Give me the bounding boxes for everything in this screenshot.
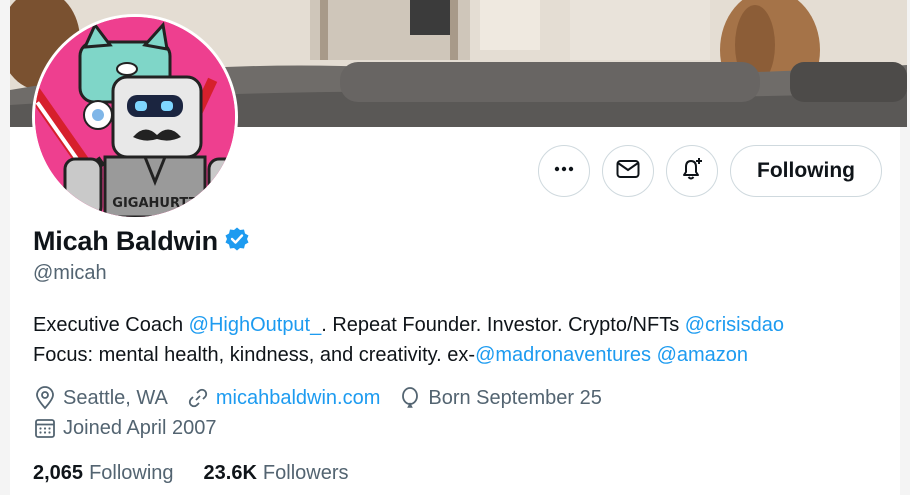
profile-handle: @micah	[33, 262, 107, 284]
profile-avatar-ring[interactable]: GIGAHURTZ	[32, 14, 238, 220]
following-count: 2,065	[33, 462, 84, 484]
following-button[interactable]: Following	[730, 145, 882, 197]
website-item: micahbaldwin.com	[186, 386, 381, 410]
bell-plus-icon	[678, 155, 706, 188]
mention-link[interactable]: @crisisdao	[685, 314, 784, 336]
profile-meta-row: Joined April 2007	[33, 416, 234, 440]
bio-line-2: Focus: mental health, kindness, and crea…	[33, 340, 893, 370]
link-icon	[186, 386, 210, 410]
profile-stats: 2,065 Following 23.6K Followers	[33, 462, 349, 485]
avatar[interactable]: GIGAHURTZ	[35, 17, 235, 217]
mention-link[interactable]: @amazon	[657, 344, 748, 366]
mention-link[interactable]: @HighOutput_	[189, 314, 322, 336]
birthday-item: Born September 25	[398, 386, 602, 410]
envelope-icon	[615, 156, 641, 187]
balloon-icon	[398, 386, 422, 410]
display-name: Micah Baldwin	[33, 226, 218, 256]
website-link[interactable]: micahbaldwin.com	[216, 387, 381, 410]
joined-text: Joined April 2007	[63, 416, 217, 439]
mention-link[interactable]: @madronaventures	[475, 344, 651, 366]
location-pin-icon	[33, 386, 57, 410]
bio-line-1: Executive Coach @HighOutput_. Repeat Fou…	[33, 310, 893, 340]
following-stat-label: Following	[89, 462, 174, 484]
more-button[interactable]	[538, 145, 591, 197]
joined-item: Joined April 2007	[33, 416, 216, 440]
left-edge	[0, 0, 10, 495]
birthday-text: Born September 25	[428, 386, 602, 409]
bio-text: . Repeat Founder. Investor. Crypto/NFTs	[321, 314, 685, 336]
avatar-shirt-text: GIGAHURTZ	[112, 196, 197, 211]
notifications-button[interactable]	[666, 145, 719, 197]
message-button[interactable]	[602, 145, 655, 197]
profile-bio: Executive Coach @HighOutput_. Repeat Fou…	[33, 310, 893, 370]
bio-text: Focus: mental health, kindness, and crea…	[33, 344, 476, 366]
location-text: Seattle, WA	[63, 386, 168, 409]
followers-count: 23.6K	[203, 462, 257, 484]
verified-badge-icon	[224, 226, 250, 257]
followers-stat-link[interactable]: 23.6K Followers	[204, 462, 349, 485]
following-stat-link[interactable]: 2,065 Following	[33, 462, 174, 485]
location-item: Seattle, WA	[33, 386, 168, 410]
profile-meta-row: Seattle, WA micahbaldwin.com Born Septem…	[33, 386, 620, 410]
bio-text: Executive Coach	[33, 314, 189, 336]
profile-name-row: Micah Baldwin	[33, 226, 250, 257]
calendar-icon	[33, 416, 57, 440]
more-horizontal-icon	[553, 158, 575, 185]
profile-actions: Following	[538, 145, 882, 197]
followers-stat-label: Followers	[262, 462, 349, 484]
